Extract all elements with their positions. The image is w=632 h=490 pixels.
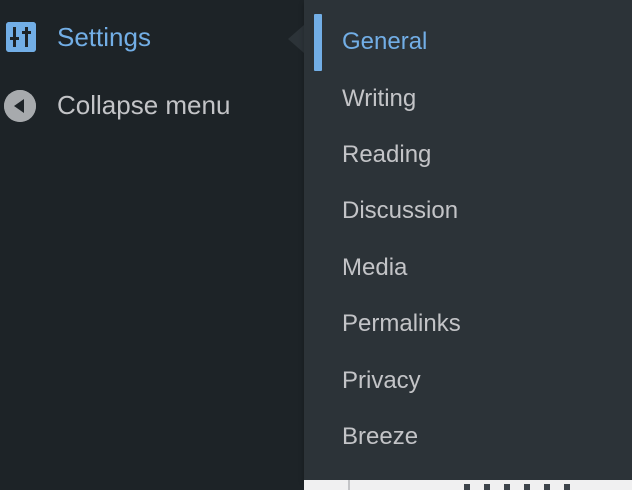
submenu-item-reading[interactable]: Reading [304,127,632,183]
page-content-edge [304,480,632,490]
submenu-item-label: Breeze [342,423,419,450]
submenu-item-label: Reading [342,141,432,168]
submenu-item-label: Permalinks [342,310,461,337]
submenu-item-breeze[interactable]: Breeze [304,409,632,465]
submenu-item-label: Discussion [342,197,459,224]
sidebar-item-label: Settings [57,22,151,52]
cropped-text [464,484,574,490]
submenu-item-privacy[interactable]: Privacy [304,353,632,409]
divider [348,480,350,490]
submenu-item-label: Privacy [342,367,421,394]
submenu-item-permalinks[interactable]: Permalinks [304,296,632,352]
collapse-menu-label: Collapse menu [57,90,231,120]
collapse-menu-button[interactable]: Collapse menu [0,82,304,128]
collapse-arrow-icon [4,90,36,122]
sidebar-item-settings[interactable]: Settings [0,14,304,60]
submenu-item-label: General [342,28,428,55]
submenu-item-general[interactable]: General [304,14,632,70]
settings-submenu: General Writing Reading Discussion Media… [304,0,632,480]
admin-sidebar: Settings Collapse menu [0,0,304,490]
submenu-pointer [288,25,304,53]
submenu-item-discussion[interactable]: Discussion [304,183,632,239]
submenu-item-label: Media [342,254,408,281]
admin-screen: Settings Collapse menu General Writing R… [0,0,632,490]
submenu-item-media[interactable]: Media [304,240,632,296]
submenu-item-label: Writing [342,85,417,112]
settings-sliders-icon [6,22,36,52]
submenu-item-writing[interactable]: Writing [304,71,632,127]
